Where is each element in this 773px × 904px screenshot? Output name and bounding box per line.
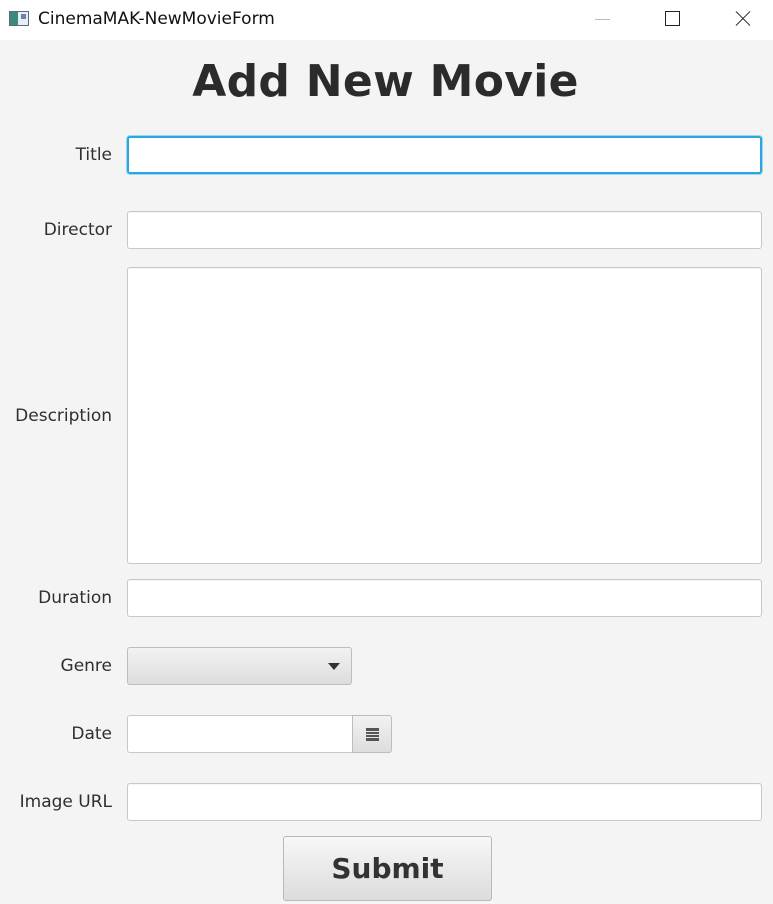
description-textarea[interactable] xyxy=(127,267,762,564)
app-window-icon xyxy=(9,11,29,26)
page-title-text: Add New Movie xyxy=(192,56,579,107)
title-input[interactable] xyxy=(127,136,762,174)
submit-button[interactable]: Submit xyxy=(283,836,492,901)
description-label: Description xyxy=(15,406,112,426)
director-input[interactable] xyxy=(127,211,762,249)
date-input[interactable] xyxy=(127,715,353,753)
genre-select[interactable] xyxy=(127,647,352,685)
date-label: Date xyxy=(71,724,112,744)
duration-label: Duration xyxy=(38,588,112,608)
director-label: Director xyxy=(43,220,112,240)
date-picker-button[interactable] xyxy=(352,715,392,753)
calendar-icon xyxy=(366,728,379,741)
maximize-button[interactable] xyxy=(637,0,707,40)
genre-label: Genre xyxy=(60,656,112,676)
duration-input[interactable] xyxy=(127,579,762,617)
window-title: CinemaMAK-NewMovieForm xyxy=(38,9,275,29)
close-button[interactable] xyxy=(707,0,773,40)
date-picker xyxy=(127,715,392,753)
chevron-down-icon xyxy=(328,663,340,670)
minimize-button[interactable] xyxy=(567,0,637,40)
title-label: Title xyxy=(75,145,112,165)
image-url-label: Image URL xyxy=(19,792,112,812)
window-titlebar: CinemaMAK-NewMovieForm xyxy=(0,0,773,40)
page-title: Add New Movie xyxy=(0,56,773,107)
image-url-input[interactable] xyxy=(127,783,762,821)
